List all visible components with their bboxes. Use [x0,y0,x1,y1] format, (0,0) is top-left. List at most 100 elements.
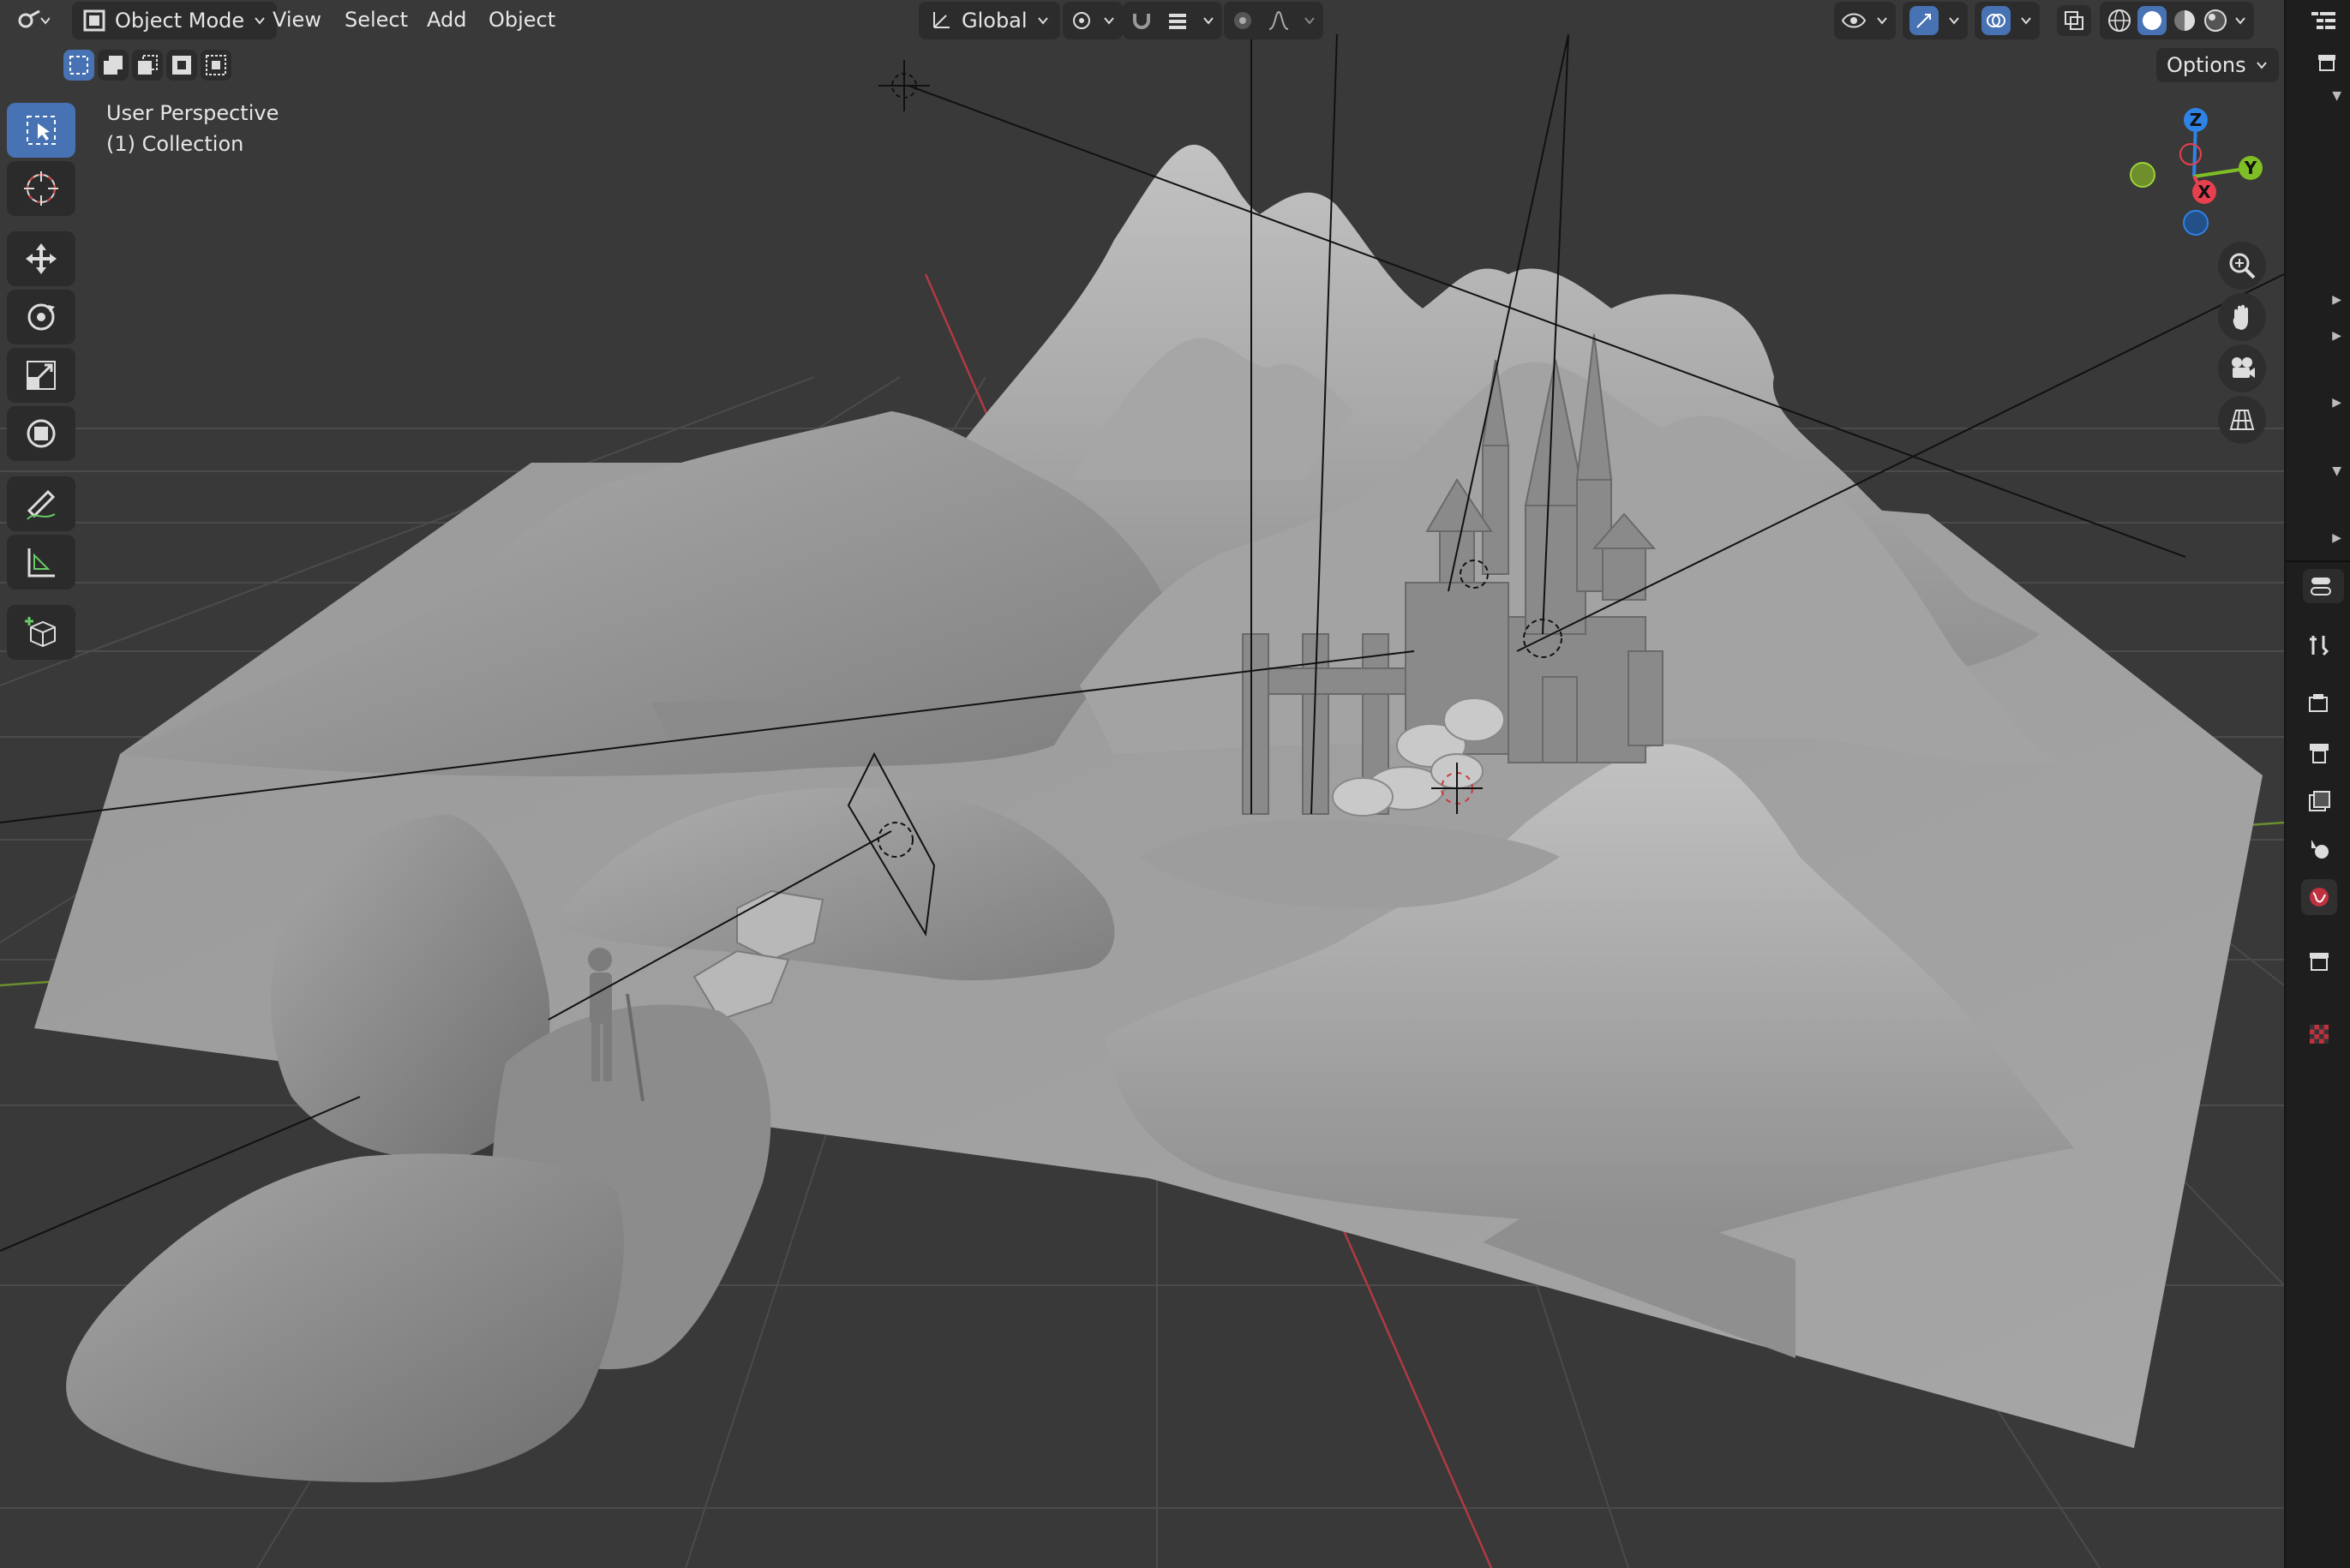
tab-view-layer[interactable] [2301,783,2337,819]
gizmo-dropdown[interactable] [1903,2,1968,39]
pan-button[interactable] [2218,293,2266,341]
chevron-down-icon [1202,14,1215,27]
y-axis-label: Y [2244,158,2257,178]
camera-view-icon [2227,354,2257,383]
properties-editor-type-button[interactable] [2303,569,2344,603]
menu-object[interactable]: Object [483,5,561,34]
select-new-button[interactable] [63,50,94,81]
sun-light-helper [878,60,930,111]
object-mode-icon [82,9,106,33]
tool-move[interactable] [7,231,75,286]
tab-collection[interactable] [2301,943,2337,979]
z-axis-label: Z [2189,110,2203,130]
outliner-icon [2310,9,2339,33]
move-icon [22,240,60,278]
zoom-button[interactable] [2218,242,2266,290]
select-difference-button[interactable] [166,50,197,81]
falloff-curve-icon [1267,9,1291,33]
chevron-down-icon [1102,14,1116,27]
tool-add-cube[interactable] [7,605,75,660]
pivot-point-dropdown[interactable] [1063,2,1123,39]
zoom-icon [2227,251,2257,280]
gizmo-x-axis[interactable]: X [2192,180,2216,204]
proportional-editing-group[interactable] [1224,2,1323,39]
pivot-point-icon [1070,9,1094,33]
select-intersect-button[interactable] [201,50,231,81]
snap-magnet-icon [1130,9,1154,33]
collection-icon [2306,948,2332,973]
output-icon [2306,740,2332,766]
chevron-down-icon [1947,14,1961,27]
xray-toggle-button[interactable] [2057,5,2091,36]
outliner-filter-button[interactable] [2310,46,2344,77]
options-dropdown[interactable]: Options [2156,48,2279,82]
transform-orientation-dropdown[interactable]: Global [919,2,1060,39]
solid-shading-icon [2137,6,2167,35]
tab-render[interactable] [2301,685,2337,721]
menu-add[interactable]: Add [422,5,471,34]
tool-transform[interactable] [7,406,75,461]
snapping-group[interactable] [1123,2,1222,39]
select-extend-button[interactable] [98,50,129,81]
tool-annotate[interactable] [7,476,75,531]
mode-dropdown[interactable]: Object Mode [72,2,278,39]
tool-scale[interactable] [7,348,75,403]
overlays-dropdown[interactable] [1975,2,2040,39]
tab-tool[interactable] [2301,627,2337,663]
material-preview-icon [2172,8,2197,33]
outliner-editor-type-button[interactable] [2305,3,2344,38]
ortho-grid-icon [2227,405,2257,434]
expand-arrow-icon[interactable]: ▶ [2332,293,2341,307]
tab-world[interactable] [2301,879,2337,915]
chevron-down-icon [2019,14,2033,27]
expand-arrow-icon[interactable]: ▶ [2332,329,2341,343]
editor-type-button[interactable] [7,3,58,38]
collapse-arrow-icon[interactable]: ▼ [2332,464,2341,478]
gizmo-toggle-icon [1909,6,1939,35]
chevron-down-icon [2233,14,2247,27]
tool-measure[interactable] [7,535,75,589]
xray-icon [2063,9,2085,32]
chevron-down-icon [1303,14,1316,27]
tool-icon [2306,632,2332,658]
transform-orientation-label: Global [962,9,1028,33]
tool-rotate[interactable] [7,290,75,344]
navigation-gizmo[interactable]: Z Y X [2117,99,2271,254]
shading-mode-group[interactable] [2100,2,2254,39]
gizmo-y-axis[interactable]: Y [2239,156,2263,180]
visibility-dropdown[interactable] [1834,2,1896,39]
menu-view[interactable]: View [267,5,327,34]
properties-editor: ▼ ▶ ▶ ▶ ▼ ▶ [2284,0,2350,1568]
ortho-toggle-button[interactable] [2218,396,2266,444]
view-name-label: User Perspective [106,101,279,125]
tab-output[interactable] [2301,735,2337,771]
options-label: Options [2167,53,2246,77]
world-icon [2306,884,2332,910]
select-subtract-button[interactable] [132,50,163,81]
tool-cursor[interactable] [7,161,75,216]
camera-view-button[interactable] [2218,344,2266,392]
rock-front [66,1153,624,1482]
expand-arrow-icon[interactable]: ▶ [2332,531,2341,545]
eye-visibility-icon [1841,9,1867,33]
properties-icon [2309,574,2338,598]
x-axis-label: X [2197,182,2211,202]
overlays-toggle-icon [1981,6,2011,35]
collapse-arrow-icon[interactable]: ▼ [2332,89,2341,103]
add-cube-icon [22,613,60,651]
cursor-icon [22,170,60,207]
collection-label: (1) Collection [106,132,244,156]
archive-icon [2315,50,2339,74]
tab-scene[interactable] [2301,831,2337,867]
view-layer-icon [2306,788,2332,814]
tab-texture[interactable] [2301,1016,2337,1052]
pan-hand-icon [2227,302,2257,332]
gizmo-z-axis[interactable]: Z [2184,108,2208,132]
tool-select-box[interactable] [7,103,75,158]
3d-viewport[interactable]: Object Mode View Select Add Object Globa… [0,0,2284,1568]
expand-arrow-icon[interactable]: ▶ [2332,396,2341,410]
rotate-icon [22,298,60,336]
menu-select[interactable]: Select [339,5,413,34]
wireframe-shading-icon [2107,8,2132,33]
measure-icon [22,543,60,581]
